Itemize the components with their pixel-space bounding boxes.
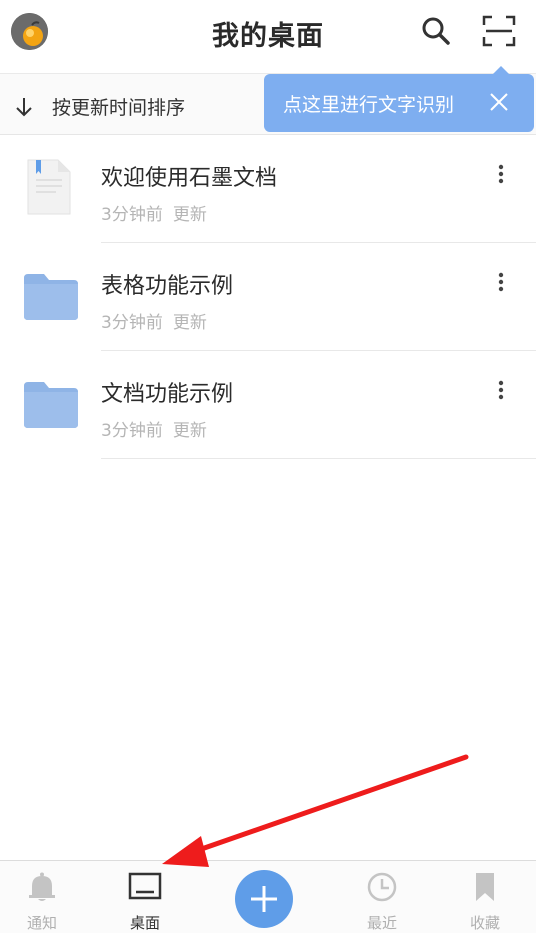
top-bar: 我的桌面 <box>0 0 536 72</box>
file-time: 3分钟前 <box>101 313 163 333</box>
sort-label: 按更新时间排序 <box>52 97 186 119</box>
tooltip-text: 点这里进行文字识别 <box>283 94 455 116</box>
tab-label: 桌面 <box>129 914 160 932</box>
file-meta: 3分钟前 更新 <box>101 200 207 225</box>
divider <box>101 350 536 351</box>
arrow-down-icon <box>13 95 35 119</box>
add-button[interactable] <box>235 870 293 928</box>
tab-label: 收藏 <box>469 914 500 932</box>
close-icon[interactable] <box>488 91 510 113</box>
clock-icon <box>365 871 399 903</box>
more-options-icon[interactable] <box>489 376 513 406</box>
file-meta: 3分钟前 更新 <box>101 416 207 441</box>
file-time: 3分钟前 <box>101 205 163 225</box>
file-action: 更新 <box>172 421 207 441</box>
tab-desktop[interactable]: 桌面 <box>100 861 190 933</box>
file-name: 表格功能示例 <box>101 274 234 299</box>
file-action: 更新 <box>172 313 207 333</box>
desktop-icon <box>128 871 162 903</box>
ocr-tooltip[interactable]: 点这里进行文字识别 <box>264 66 534 132</box>
tab-recent[interactable]: 最近 <box>337 861 427 933</box>
scan-icon[interactable] <box>482 14 516 48</box>
tab-favorites[interactable]: 收藏 <box>440 861 530 933</box>
more-options-icon[interactable] <box>489 160 513 190</box>
file-name: 文档功能示例 <box>101 382 234 407</box>
bookmark-icon <box>468 871 502 903</box>
search-icon[interactable] <box>420 14 452 48</box>
file-action: 更新 <box>172 205 207 225</box>
more-options-icon[interactable] <box>489 268 513 298</box>
tab-notifications[interactable]: 通知 <box>0 861 87 933</box>
file-time: 3分钟前 <box>101 421 163 441</box>
list-item[interactable]: 文档功能示例 3分钟前 更新 <box>0 352 536 460</box>
file-meta: 3分钟前 更新 <box>101 308 207 333</box>
list-item[interactable]: 表格功能示例 3分钟前 更新 <box>0 244 536 352</box>
file-name: 欢迎使用石墨文档 <box>101 166 278 191</box>
divider <box>101 242 536 243</box>
tab-label: 最近 <box>366 914 397 932</box>
document-icon <box>26 158 72 216</box>
bell-icon <box>25 871 59 903</box>
plus-icon <box>251 886 277 912</box>
divider <box>101 458 536 459</box>
list-item[interactable]: 欢迎使用石墨文档 3分钟前 更新 <box>0 136 536 244</box>
folder-icon <box>22 272 80 328</box>
tab-label: 通知 <box>26 914 57 932</box>
folder-icon <box>22 380 80 436</box>
page-title: 我的桌面 <box>212 21 324 52</box>
